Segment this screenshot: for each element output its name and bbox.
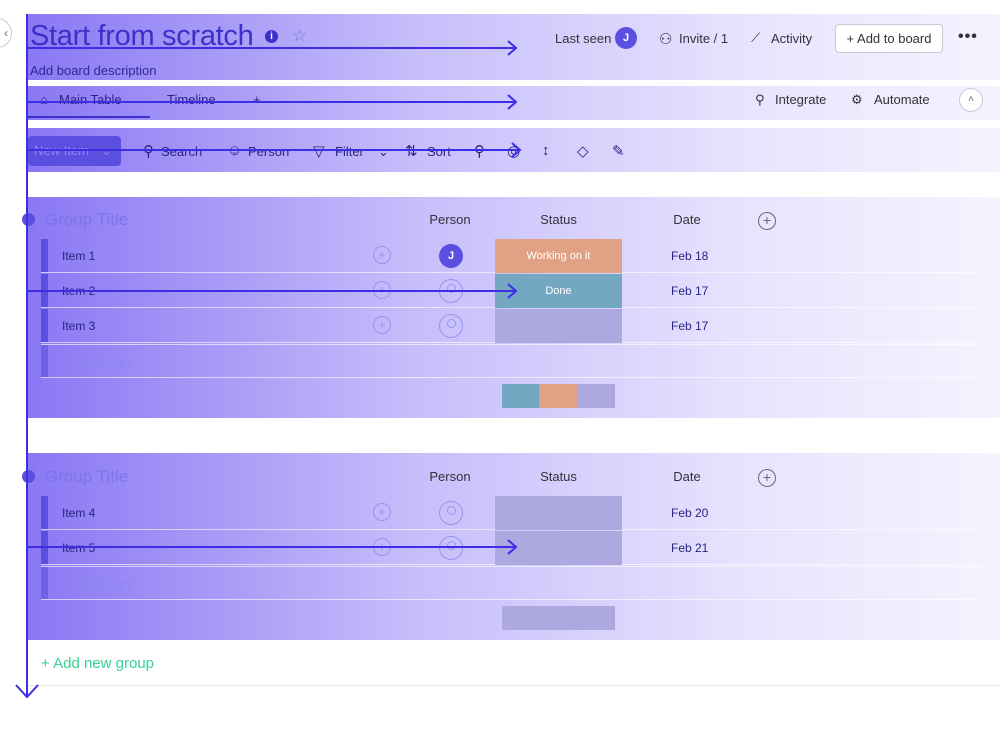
scan-arrows-overlay	[15, 14, 522, 699]
